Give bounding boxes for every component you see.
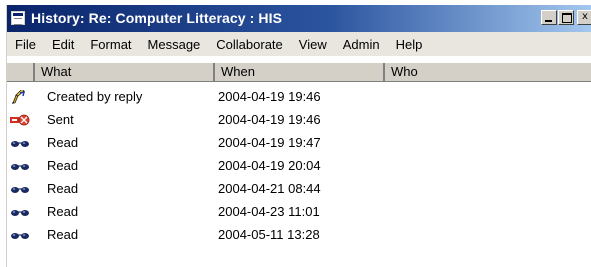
history-what: Read [47,135,79,150]
history-when: 2004-04-19 19:47 [218,135,321,150]
maximize-icon [562,13,572,23]
maximize-button[interactable] [558,10,574,25]
minimize-icon [545,20,552,22]
menu-bar: File Edit Format Message Collaborate Vie… [7,32,591,56]
history-row[interactable]: Read 2004-04-19 19:47 [7,133,591,156]
menu-format[interactable]: Format [82,37,139,52]
history-what: Sent [47,112,74,127]
history-row[interactable]: Read 2004-04-23 11:01 [7,202,591,225]
close-icon: x [582,11,588,22]
history-row[interactable]: Read 2004-04-19 20:04 [7,156,591,179]
read-glasses-icon [11,164,29,170]
menu-help[interactable]: Help [388,37,431,52]
read-glasses-icon [11,141,29,147]
column-header-icon[interactable] [7,63,35,81]
menu-collaborate[interactable]: Collaborate [208,37,291,52]
column-header: What When Who [7,62,591,82]
history-what: Read [47,227,79,242]
history-when: 2004-04-19 20:04 [218,158,321,173]
history-row[interactable]: Sent 2004-04-19 19:46 [7,110,591,133]
pencil-reply-icon [12,90,26,104]
menu-view[interactable]: View [291,37,335,52]
history-window: History: Re: Computer Litteracy : HIS x … [6,5,591,267]
history-list: Created by reply 2004-04-19 19:46 Sent 2… [7,87,591,248]
history-what: Read [47,158,79,173]
history-what: Created by reply [47,89,143,104]
history-what: Read [47,204,79,219]
history-when: 2004-04-19 19:46 [218,89,321,104]
read-glasses-icon [11,233,29,239]
history-when: 2004-04-23 11:01 [218,204,320,219]
close-button[interactable]: x [577,10,591,25]
history-when: 2004-04-19 19:46 [218,112,321,127]
history-when: 2004-04-21 08:44 [218,181,321,196]
menu-file[interactable]: File [7,37,44,52]
history-row[interactable]: Created by reply 2004-04-19 19:46 [7,87,591,110]
history-when: 2004-05-11 13:28 [218,227,320,242]
history-what: Read [47,181,79,196]
minimize-button[interactable] [541,10,557,25]
column-header-what[interactable]: What [35,63,215,81]
window-title: History: Re: Computer Litteracy : HIS [31,10,283,26]
column-header-when[interactable]: When [215,63,385,81]
history-row[interactable]: Read 2004-04-21 08:44 [7,179,591,202]
menu-message[interactable]: Message [140,37,209,52]
menu-edit[interactable]: Edit [44,37,82,52]
window-app-icon[interactable] [11,11,25,25]
menu-admin[interactable]: Admin [335,37,388,52]
title-bar[interactable]: History: Re: Computer Litteracy : HIS x [7,5,591,32]
read-glasses-icon [11,210,29,216]
read-glasses-icon [11,187,29,193]
history-row[interactable]: Read 2004-05-11 13:28 [7,225,591,248]
sent-icon [10,114,30,126]
column-header-who[interactable]: Who [385,63,591,81]
